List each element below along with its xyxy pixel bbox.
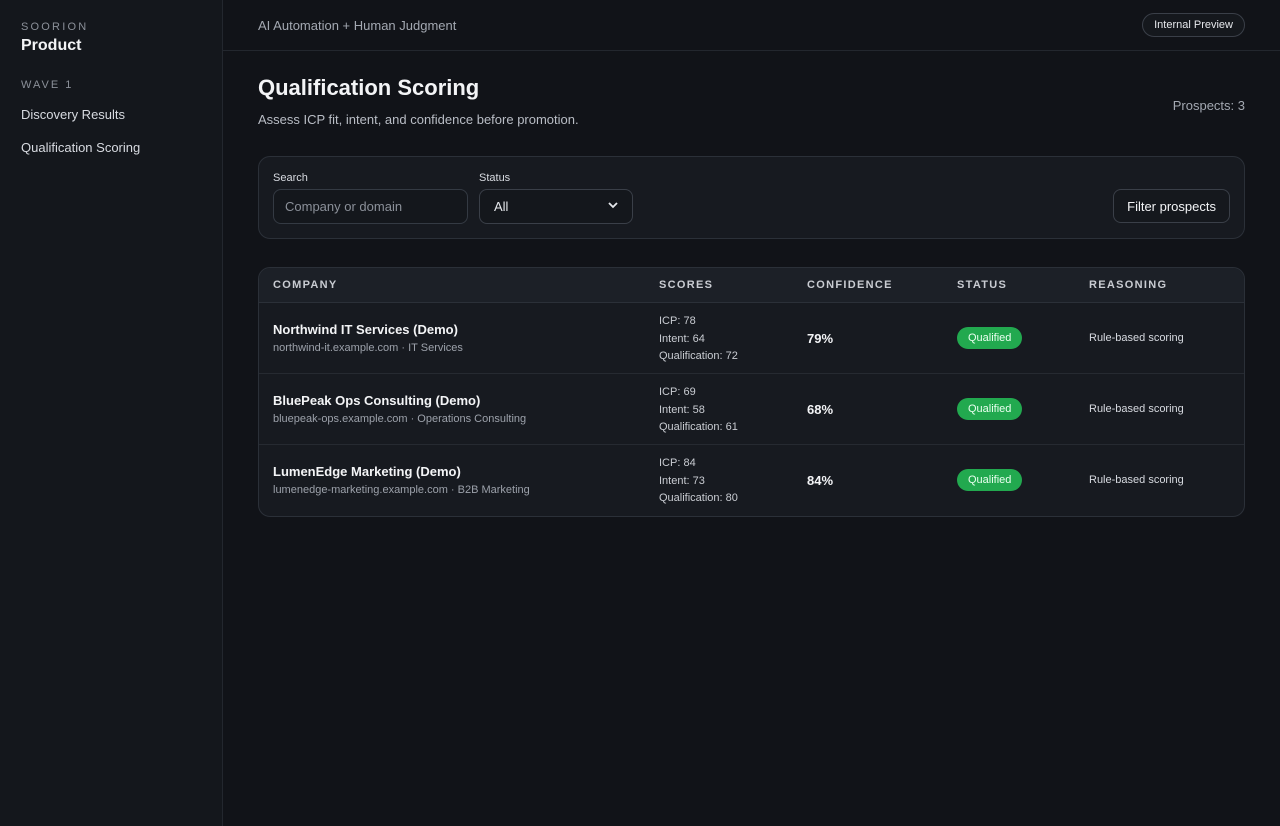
page-title: Qualification Scoring bbox=[258, 75, 480, 100]
internal-preview-badge: Internal Preview bbox=[1142, 13, 1245, 37]
intent-score: Intent: 73 bbox=[659, 474, 705, 487]
reasoning-text: Rule-based scoring bbox=[1089, 403, 1184, 415]
company-meta: lumenedge-marketing.example.com · B2B Ma… bbox=[273, 484, 530, 496]
confidence-value: 68% bbox=[807, 402, 834, 417]
chevron-down-icon bbox=[608, 201, 618, 212]
confidence-value: 84% bbox=[807, 473, 834, 488]
status-select[interactable]: All bbox=[479, 189, 633, 224]
scores-cell: ICP: 78 Intent: 64 Qualification: 72 bbox=[659, 313, 738, 366]
topbar: AI Automation + Human Judgment Internal … bbox=[223, 0, 1280, 51]
search-label: Search bbox=[273, 172, 308, 184]
reasoning-text: Rule-based scoring bbox=[1089, 474, 1184, 486]
topbar-title: AI Automation + Human Judgment bbox=[258, 17, 457, 33]
brand-kicker: SOORION bbox=[21, 21, 89, 33]
table-row[interactable]: BluePeak Ops Consulting (Demo) bluepeak-… bbox=[259, 374, 1244, 445]
filter-panel: Search Status All Filter prospects bbox=[258, 156, 1245, 239]
sidebar-item-discovery-results[interactable]: Discovery Results bbox=[21, 107, 222, 122]
icp-score: ICP: 78 bbox=[659, 315, 696, 327]
company-meta: northwind-it.example.com · IT Services bbox=[273, 342, 463, 354]
qualification-score: Qualification: 72 bbox=[659, 350, 738, 362]
app-shell: SOORION Product WAVE 1 Discovery Results… bbox=[0, 0, 1280, 826]
table-row[interactable]: Northwind IT Services (Demo) northwind-i… bbox=[259, 303, 1244, 374]
icp-score: ICP: 69 bbox=[659, 386, 696, 398]
company-name[interactable]: BluePeak Ops Consulting (Demo) bbox=[273, 393, 480, 408]
column-header-confidence[interactable]: CONFIDENCE bbox=[807, 279, 893, 291]
nav-section-label: WAVE 1 bbox=[21, 79, 74, 91]
column-header-scores[interactable]: SCORES bbox=[659, 279, 713, 291]
confidence-value: 79% bbox=[807, 331, 834, 346]
table-header: COMPANY SCORES CONFIDENCE STATUS REASONI… bbox=[259, 268, 1244, 303]
qualification-score: Qualification: 80 bbox=[659, 492, 738, 504]
intent-score: Intent: 64 bbox=[659, 332, 705, 345]
sidebar: SOORION Product WAVE 1 Discovery Results… bbox=[0, 0, 223, 826]
column-header-status[interactable]: STATUS bbox=[957, 279, 1007, 291]
status-badge: Qualified bbox=[957, 469, 1023, 491]
status-badge: Qualified bbox=[957, 398, 1023, 420]
intent-score: Intent: 58 bbox=[659, 403, 705, 416]
prospect-count: Prospects: 3 bbox=[1172, 98, 1245, 113]
brand-title: Product bbox=[21, 37, 82, 54]
status-label: Status bbox=[479, 172, 511, 184]
scores-cell: ICP: 69 Intent: 58 Qualification: 61 bbox=[659, 384, 738, 437]
page-content: Qualification Scoring Assess ICP fit, in… bbox=[223, 75, 1280, 517]
table-row[interactable]: LumenEdge Marketing (Demo) lumenedge-mar… bbox=[259, 445, 1244, 516]
company-name[interactable]: Northwind IT Services (Demo) bbox=[273, 322, 458, 337]
reasoning-text: Rule-based scoring bbox=[1089, 332, 1184, 344]
main-area: AI Automation + Human Judgment Internal … bbox=[223, 0, 1280, 826]
sidebar-item-qualification-scoring[interactable]: Qualification Scoring bbox=[21, 140, 222, 155]
scores-cell: ICP: 84 Intent: 73 Qualification: 80 bbox=[659, 455, 738, 508]
company-name[interactable]: LumenEdge Marketing (Demo) bbox=[273, 464, 461, 479]
status-badge: Qualified bbox=[957, 327, 1023, 349]
prospects-table: COMPANY SCORES CONFIDENCE STATUS REASONI… bbox=[258, 267, 1245, 517]
icp-score: ICP: 84 bbox=[659, 457, 696, 469]
column-header-company[interactable]: COMPANY bbox=[273, 279, 338, 291]
page-subtitle: Assess ICP fit, intent, and confidence b… bbox=[258, 112, 579, 127]
status-select-value: All bbox=[494, 199, 509, 214]
search-input[interactable] bbox=[273, 189, 468, 224]
qualification-score: Qualification: 61 bbox=[659, 421, 738, 433]
column-header-reasoning[interactable]: REASONING bbox=[1089, 279, 1167, 291]
company-meta: bluepeak-ops.example.com · Operations Co… bbox=[273, 413, 527, 425]
filter-prospects-button[interactable]: Filter prospects bbox=[1113, 189, 1230, 223]
